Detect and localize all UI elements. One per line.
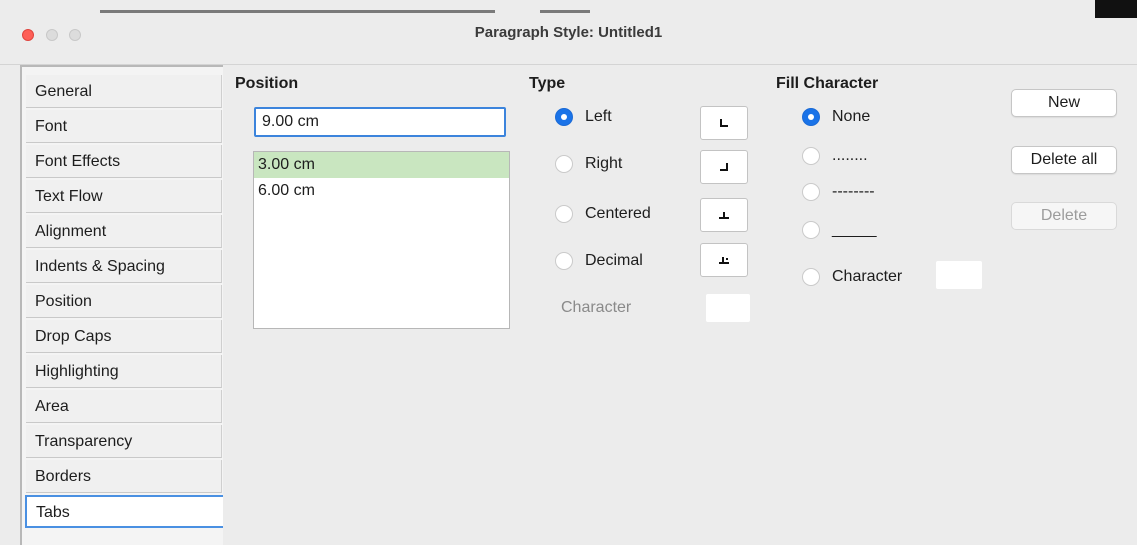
- new-button[interactable]: New: [1011, 89, 1117, 117]
- sidebar-item-tabs[interactable]: Tabs: [25, 495, 223, 528]
- sidebar-item-borders[interactable]: Borders: [26, 460, 222, 493]
- background-window-corner: [1095, 0, 1137, 18]
- fill-character-heading: Fill Character: [776, 75, 879, 92]
- sidebar-item-highlighting[interactable]: Highlighting: [26, 355, 222, 388]
- background-window-edge: [100, 10, 495, 13]
- tab-center-icon: [700, 198, 748, 232]
- type-left-label: Left: [585, 108, 612, 125]
- radio-centered[interactable]: [555, 205, 573, 223]
- radio-decimal[interactable]: [555, 252, 573, 270]
- sidebar-item-text-flow[interactable]: Text Flow: [26, 180, 222, 213]
- type-character-label: Character: [561, 299, 632, 316]
- fill-dots-label: ........: [832, 147, 868, 164]
- delete-button[interactable]: Delete: [1011, 202, 1117, 230]
- position-heading: Position: [235, 75, 299, 92]
- type-right-label: Right: [585, 155, 623, 172]
- radio-fill-character[interactable]: [802, 268, 820, 286]
- list-item[interactable]: 6.00 cm: [254, 178, 509, 204]
- sidebar-item-general[interactable]: General: [26, 75, 222, 108]
- tab-position-list[interactable]: 3.00 cm 6.00 cm: [253, 151, 510, 329]
- title-bar: Paragraph Style: Untitled1: [0, 0, 1137, 65]
- background-window-edge: [540, 10, 590, 13]
- delete-all-button[interactable]: Delete all: [1011, 146, 1117, 174]
- radio-fill-dots[interactable]: [802, 147, 820, 165]
- type-decimal-label: Decimal: [585, 252, 643, 269]
- radio-fill-dashes[interactable]: [802, 183, 820, 201]
- type-heading: Type: [529, 75, 566, 92]
- sidebar-item-font-effects[interactable]: Font Effects: [26, 145, 222, 178]
- fill-character-label: Character: [832, 268, 903, 285]
- sidebar-item-drop-caps[interactable]: Drop Caps: [26, 320, 222, 353]
- radio-right[interactable]: [555, 155, 573, 173]
- window-title: Paragraph Style: Untitled1: [474, 24, 663, 41]
- radio-fill-none[interactable]: [802, 108, 820, 126]
- fill-dashes-label: --------: [832, 183, 875, 200]
- category-sidebar: General Font Font Effects Text Flow Alig…: [20, 65, 223, 545]
- fill-none-label: None: [832, 108, 871, 125]
- sidebar-item-font[interactable]: Font: [26, 110, 222, 143]
- position-input[interactable]: [254, 107, 506, 137]
- tab-right-icon: [700, 150, 748, 184]
- list-item[interactable]: 3.00 cm: [254, 152, 509, 178]
- type-centered-label: Centered: [585, 205, 651, 222]
- fill-character-input[interactable]: [936, 261, 982, 289]
- sidebar-item-indents-spacing[interactable]: Indents & Spacing: [26, 250, 222, 283]
- sidebar-item-position[interactable]: Position: [26, 285, 222, 318]
- sidebar-item-area[interactable]: Area: [26, 390, 222, 423]
- sidebar-item-transparency[interactable]: Transparency: [26, 425, 222, 458]
- tab-left-icon: [700, 106, 748, 140]
- sidebar-item-alignment[interactable]: Alignment: [26, 215, 222, 248]
- tab-decimal-icon: [700, 243, 748, 277]
- radio-fill-underscore[interactable]: [802, 221, 820, 239]
- radio-left[interactable]: [555, 108, 573, 126]
- fill-underscore-label: _____: [832, 221, 877, 238]
- type-character-input[interactable]: [706, 294, 750, 322]
